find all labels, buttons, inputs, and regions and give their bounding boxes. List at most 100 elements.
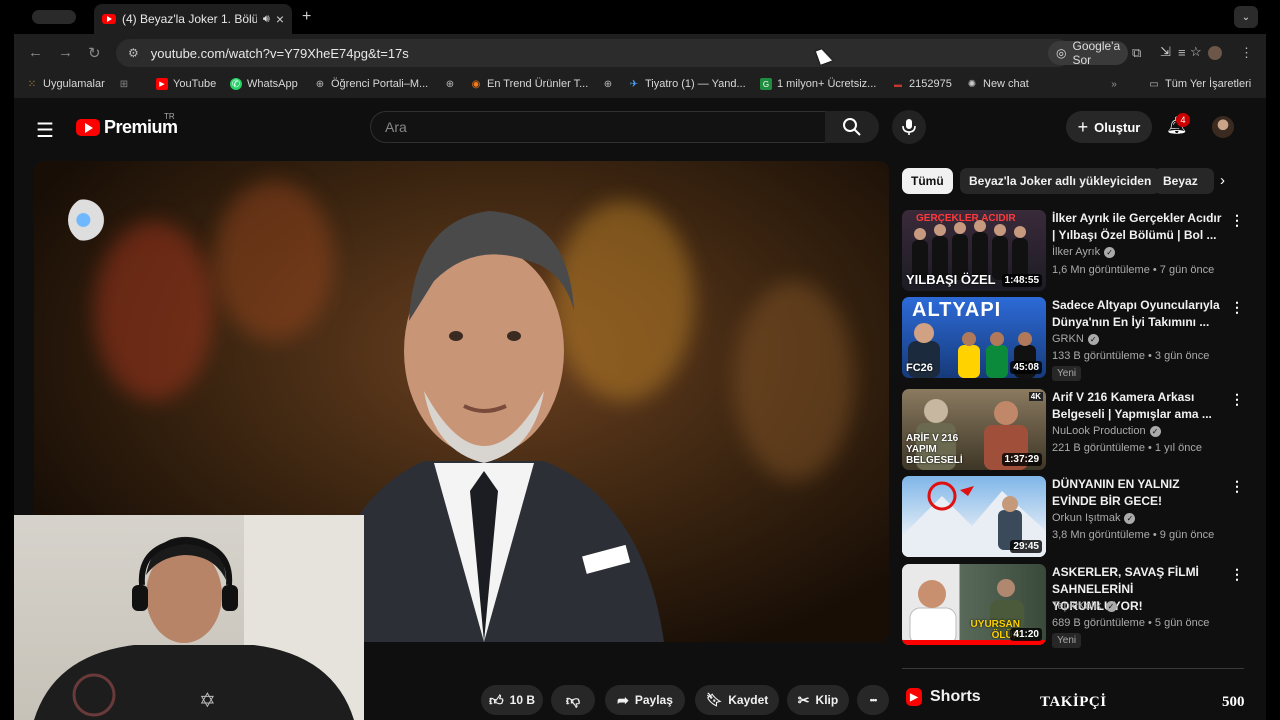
url-text: youtube.com/watch?v=Y79XheE74pg&t=17s: [150, 45, 409, 61]
speaker-icon[interactable]: 🔊︎: [263, 13, 270, 26]
notification-count-badge: 4: [1176, 113, 1190, 127]
channel-name[interactable]: NuLook Production ✓: [1052, 425, 1161, 437]
grid-icon: ⊞: [119, 78, 129, 90]
chip-beyaz[interactable]: Beyaz: [1154, 168, 1214, 194]
tab-search-button[interactable]: ⌄: [1234, 6, 1258, 28]
video-thumbnail[interactable]: UYURSAN ÖLÜR 41:20: [902, 564, 1046, 645]
active-browser-tab[interactable]: (4) Beyaz'la Joker 1. Bölü 🔊︎ ×: [94, 4, 292, 34]
bookmark-grid-shortcut[interactable]: ⊞: [118, 78, 130, 90]
share-arrow-icon: ➦: [617, 691, 629, 708]
search-button[interactable]: [825, 111, 879, 143]
channel-name[interactable]: GRKN ✓: [1052, 333, 1099, 345]
youtube-play-logo-icon: [76, 119, 100, 136]
channel-name[interactable]: Orkun Işıtmak ✓: [1052, 512, 1136, 524]
video-thumbnail[interactable]: ALTYAPI FC26 45:08: [902, 297, 1046, 378]
more-horizontal-icon: •••: [869, 695, 878, 705]
bookmark-all[interactable]: ▭ Tüm Yer İşaretleri: [1148, 78, 1251, 90]
video-title[interactable]: Sadece Altyapı Oyuncularıyla Dünya'nın E…: [1052, 297, 1224, 331]
recommended-video-card[interactable]: GERÇEKLER ACIDIR YILBAŞI ÖZEL 1:48:55 İl…: [902, 210, 1252, 292]
video-duration: 45:08: [1010, 361, 1042, 374]
bookmark-ogrenci-portali[interactable]: ⊕ Öğrenci Portali–M...: [314, 78, 428, 90]
youtube-premium-logo[interactable]: Premium: [76, 117, 178, 138]
close-tab-icon[interactable]: ×: [276, 11, 284, 27]
more-options-icon[interactable]: ⋮: [1230, 478, 1244, 495]
shorts-icon: ▶: [906, 688, 922, 706]
region-code: TR: [164, 112, 175, 121]
clip-button[interactable]: ✂ Klip: [787, 685, 849, 715]
recommended-video-card[interactable]: 4K ARİF V 216 YAPIM BELGESELİ 1:37:29 Ar…: [902, 389, 1252, 471]
video-thumbnail[interactable]: 4K ARİF V 216 YAPIM BELGESELİ 1:37:29: [902, 389, 1046, 470]
voice-search-button[interactable]: [892, 110, 926, 144]
video-duration: 1:48:55: [1001, 274, 1042, 287]
browser-profile-avatar[interactable]: [1208, 46, 1222, 60]
more-options-icon[interactable]: ⋮: [1230, 212, 1244, 229]
thumbnail-caption: FC26: [906, 362, 933, 374]
new-tab-button[interactable]: +: [302, 8, 311, 26]
account-avatar[interactable]: [1212, 116, 1234, 138]
channel-name[interactable]: İlker Ayrık ✓: [1052, 246, 1116, 258]
google-lens-button[interactable]: ◎ Google'a Sor: [1048, 39, 1129, 67]
youtube-page: ☰ Premium TR Ara + Oluştur 🔔︎ 4 ✡ Tümü B…: [14, 98, 1266, 720]
search-placeholder: Ara: [385, 119, 407, 135]
chip-from-uploader[interactable]: Beyaz'la Joker adlı yükleyiciden: [960, 168, 1161, 194]
verified-check-icon: ✓: [1104, 246, 1116, 258]
microphone-icon: [902, 119, 916, 135]
browser-menu-icon[interactable]: ⋮: [1240, 45, 1253, 61]
bookmark-youtube[interactable]: ▶ YouTube: [156, 78, 216, 90]
lens-icon: ◎: [1056, 46, 1067, 60]
reload-icon[interactable]: ↻: [88, 44, 101, 62]
address-bar[interactable]: ⚙︎ youtube.com/watch?v=Y79XheE74pg&t=17s…: [116, 39, 1202, 67]
channel-name[interactable]: TepkiKolik ✓: [1052, 600, 1117, 612]
dislike-button[interactable]: 👎︎: [551, 685, 595, 715]
back-arrow-icon[interactable]: ←: [28, 44, 43, 61]
hamburger-menu-icon[interactable]: ☰: [36, 118, 54, 143]
more-options-icon[interactable]: ⋮: [1230, 299, 1244, 316]
bookmark-trendyol[interactable]: ◉ En Trend Ürünler T...: [470, 78, 589, 90]
shorts-section-heading[interactable]: ▶ Shorts: [906, 688, 981, 706]
bookmarks-overflow-chevron[interactable]: »: [1108, 78, 1120, 90]
extensions-icon[interactable]: ⧉: [1132, 45, 1141, 61]
thumbnail-caption: ARİF V 216 YAPIM BELGESELİ: [906, 433, 963, 466]
video-title[interactable]: DÜNYANIN EN YALNIZ EVİNDE BİR GECE!: [1052, 476, 1224, 510]
site-info-icon[interactable]: ⚙︎: [128, 46, 139, 60]
bookmark-globe-2[interactable]: ⊕: [602, 78, 614, 90]
install-app-icon[interactable]: ⇲: [1160, 44, 1171, 60]
bookmark-globe[interactable]: ⊕: [444, 78, 456, 90]
bookmark-apps[interactable]: ⁙ Uygulamalar: [26, 78, 105, 90]
video-title[interactable]: Arif V 216 Kamera Arkası Belgeseli | Yap…: [1052, 389, 1224, 423]
streamer-figure: ✡: [34, 515, 364, 720]
bookmark-number[interactable]: ▬ 2152975: [892, 78, 952, 90]
tab-group-pill[interactable]: [32, 10, 76, 24]
recommended-video-card[interactable]: UYURSAN ÖLÜR 41:20 ASKERLER, SAVAŞ FİLMİ…: [902, 564, 1252, 648]
save-button[interactable]: 🔖︎ Kaydet: [695, 685, 779, 715]
bookmark-whatsapp[interactable]: ✆ WhatsApp: [230, 78, 298, 90]
chevron-right-icon[interactable]: ›: [1220, 172, 1225, 189]
apps-grid-icon: ⁙: [27, 78, 37, 90]
tab-title: (4) Beyaz'la Joker 1. Bölü: [122, 12, 257, 26]
share-button[interactable]: ➦ Paylaş: [605, 685, 685, 715]
globe-icon: ⊕: [603, 78, 613, 90]
media-controls-icon[interactable]: ≡: [1178, 45, 1186, 60]
youtube-icon: ▶: [156, 78, 168, 90]
more-options-icon[interactable]: ⋮: [1230, 566, 1244, 583]
more-options-icon[interactable]: ⋮: [1230, 391, 1244, 408]
bookmark-tiyatro[interactable]: ✈︎ Tiyatro (1) — Yand...: [628, 78, 746, 90]
video-thumbnail[interactable]: 29:45: [902, 476, 1046, 557]
like-button[interactable]: 👍︎ 10 B: [481, 685, 543, 715]
recommended-video-card[interactable]: 29:45 DÜNYANIN EN YALNIZ EVİNDE BİR GECE…: [902, 476, 1252, 558]
streamer-webcam-overlay: ✡: [14, 515, 364, 720]
chip-all[interactable]: Tümü: [902, 168, 953, 194]
recommended-video-card[interactable]: ALTYAPI FC26 45:08 Sadece Altyapı Oyuncu…: [902, 297, 1252, 381]
more-actions-button[interactable]: •••: [857, 685, 889, 715]
video-thumbnail[interactable]: GERÇEKLER ACIDIR YILBAŞI ÖZEL 1:48:55: [902, 210, 1046, 291]
bookmarks-bar: ⁙ Uygulamalar ⊞ ▶ YouTube ✆ WhatsApp ⊕ Ö…: [14, 72, 1266, 98]
search-input[interactable]: Ara: [370, 111, 826, 143]
bookmark-new-chat[interactable]: ✺ New chat: [966, 78, 1029, 90]
forward-arrow-icon[interactable]: →: [58, 44, 73, 61]
new-badge: Yeni: [1052, 366, 1082, 381]
create-button[interactable]: + Oluştur: [1066, 111, 1152, 143]
bookmark-freepik[interactable]: G 1 milyon+ Ücretsiz...: [760, 78, 876, 90]
bookmark-star-icon[interactable]: ☆: [1190, 44, 1202, 60]
svg-text:✡: ✡: [199, 690, 216, 712]
video-title[interactable]: İlker Ayrık ile Gerçekler Acıdır | Yılba…: [1052, 210, 1224, 244]
